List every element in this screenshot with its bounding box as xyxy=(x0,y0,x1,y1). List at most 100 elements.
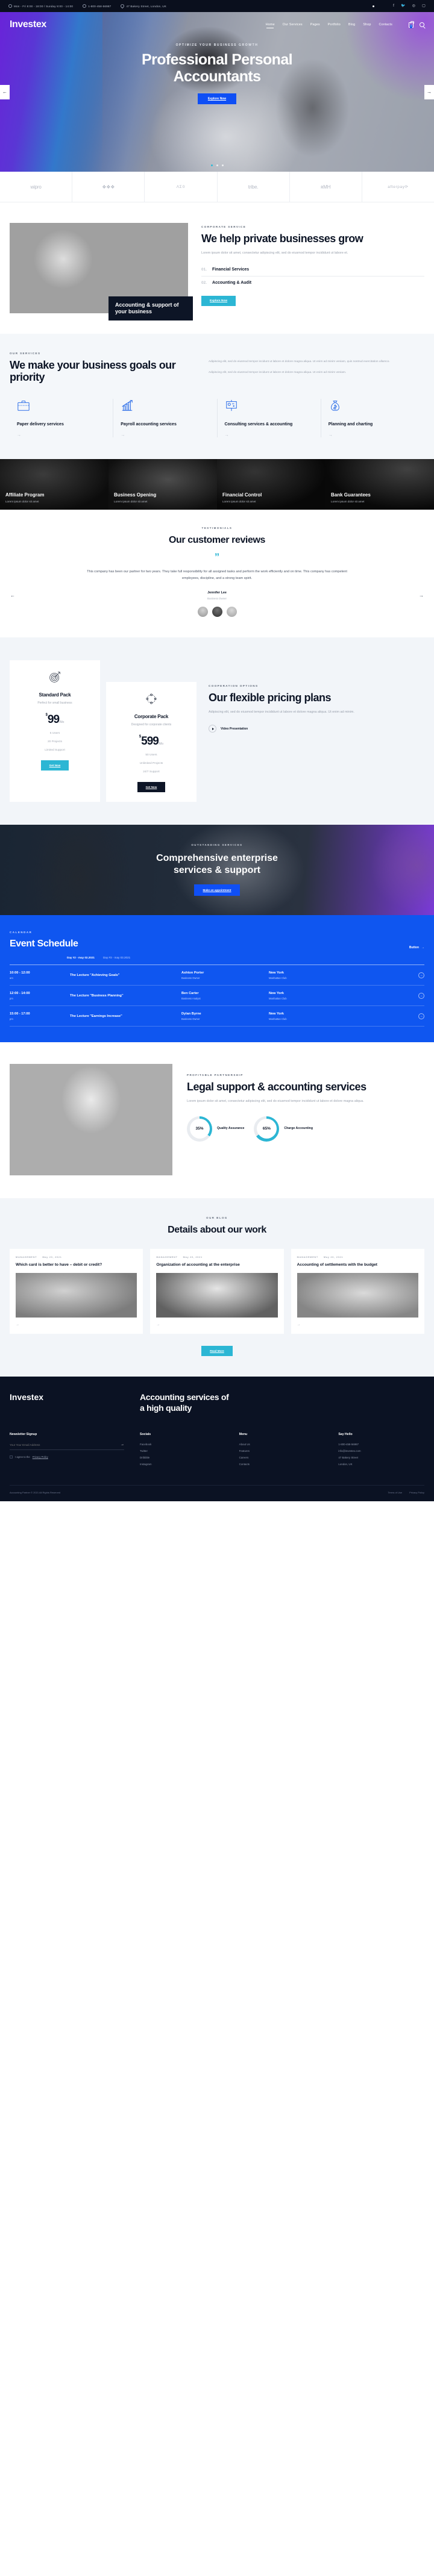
pricing-per-1: /Mo xyxy=(59,721,64,724)
instagram-icon[interactable]: ▢ xyxy=(422,4,426,8)
service-arrow-1[interactable]: → xyxy=(17,433,105,437)
footer-contact-email[interactable]: info@investex.com xyxy=(338,1449,424,1452)
cart-icon[interactable]: 0 xyxy=(409,22,414,28)
blog-arrow-3[interactable]: → xyxy=(297,1323,418,1327)
event-schedule-section: CALENDAR Event Schedule Button → Day #2 … xyxy=(0,915,434,1042)
service-card-payroll[interactable]: Payroll accounting services → xyxy=(113,399,217,437)
feature-card-sub-4: Lorem ipsum dolor sit amet xyxy=(331,500,429,503)
service-arrow-2[interactable]: → xyxy=(121,433,209,437)
service-card-consulting[interactable]: Consulting services & accounting → xyxy=(218,399,321,437)
footer-middle: Newsletter Signup → I agree to the Priva… xyxy=(10,1433,424,1469)
pricing-button-1[interactable]: Get Now xyxy=(41,760,69,771)
feature-card-business-opening[interactable]: Business Opening Lorem ipsum dolor sit a… xyxy=(108,459,217,510)
nav-item-blog[interactable]: Blog xyxy=(348,23,355,27)
hero-dot-1[interactable] xyxy=(211,164,213,166)
newsletter-form[interactable]: → xyxy=(10,1443,124,1450)
testimonial-next-arrow[interactable]: → xyxy=(419,593,424,598)
play-icon xyxy=(209,725,216,733)
blog-read-more-button[interactable]: Read More xyxy=(201,1346,233,1356)
event-row-arrow-2[interactable]: → xyxy=(418,993,424,999)
event-button[interactable]: Button → xyxy=(409,946,424,949)
privacy-policy-link[interactable]: Privacy Policy xyxy=(33,1455,48,1458)
event-row-arrow-1[interactable]: → xyxy=(418,972,424,978)
hero-dot-3[interactable] xyxy=(222,164,224,166)
hero-next-arrow[interactable]: → xyxy=(424,85,434,99)
service-arrow-3[interactable]: → xyxy=(225,433,313,437)
event-row-arrow-3[interactable]: → xyxy=(418,1013,424,1019)
feature-card-affiliate-program[interactable]: Affiliate Program Lorem ipsum dolor sit … xyxy=(0,459,108,510)
service-card-planning[interactable]: Planning and charting → xyxy=(321,399,424,437)
service-card-paper-delivery[interactable]: Paper delivery services → xyxy=(10,399,113,437)
donut-value-1: 35% xyxy=(190,1119,210,1139)
site-logo[interactable]: Investex xyxy=(10,19,46,30)
grow-service-label-1: Financial Services xyxy=(212,267,249,272)
blog-card-1[interactable]: MANAGEMENT May 20, 2021 Which card is be… xyxy=(10,1249,143,1334)
footer-privacy-link[interactable]: Privacy Policy xyxy=(409,1491,424,1494)
service-title-4: Planning and charting xyxy=(329,422,417,427)
main-navbar: Investex Home Our Services Pages Portfol… xyxy=(0,12,434,30)
checkbox-icon[interactable] xyxy=(10,1455,13,1458)
pricing-video-link[interactable]: Video Presentation xyxy=(209,725,424,733)
twitter-icon[interactable]: 🐦 xyxy=(401,4,406,8)
event-row-1[interactable]: 10:00 - 12:00 am The Lecture "Achieving … xyxy=(10,965,424,986)
nav-item-our-services[interactable]: Our Services xyxy=(283,23,303,27)
nav-item-pages[interactable]: Pages xyxy=(310,23,320,27)
footer-link-about-us[interactable]: About Us xyxy=(239,1443,326,1446)
nav-item-home[interactable]: Home xyxy=(266,23,275,27)
newsletter-email-input[interactable] xyxy=(10,1443,121,1446)
event-speaker-cell-1: Ashton Porter Business Owner xyxy=(181,971,269,980)
grow-service-item-2[interactable]: 02. Accounting & Audit xyxy=(201,277,424,289)
nav-item-portfolio[interactable]: Portfolio xyxy=(328,23,341,27)
topbar-phone[interactable]: 1-800-458-56987 xyxy=(83,4,111,8)
newsletter-submit-arrow-icon[interactable]: → xyxy=(121,1443,124,1446)
service-arrow-4[interactable]: → xyxy=(329,433,417,437)
testimonials-section: TESTIMONIALS Our customer reviews ” This… xyxy=(0,510,434,637)
hero-dot-2[interactable] xyxy=(216,164,218,166)
footer-terms-link[interactable]: Terms of Use xyxy=(388,1491,403,1494)
facebook-icon[interactable]: f xyxy=(393,4,394,8)
feature-card-financial-control[interactable]: Financial Control Lorem ipsum dolor sit … xyxy=(217,459,326,510)
search-icon[interactable] xyxy=(420,22,424,27)
cta-title-line1: Comprehensive enterprise xyxy=(156,853,278,863)
blog-card-2[interactable]: MANAGEMENT May 20, 2021 Organization of … xyxy=(150,1249,283,1334)
footer-link-instagram[interactable]: Instagram xyxy=(140,1463,226,1466)
footer-contact-phone[interactable]: 1-800-458-56987 xyxy=(338,1443,424,1446)
grow-service-item-1[interactable]: 01. Financial Services xyxy=(201,263,424,277)
testimonial-prev-arrow[interactable]: ← xyxy=(10,593,15,598)
footer-column-menu: Menu About Us Features Careers Contacts xyxy=(239,1433,326,1469)
pricing-feature-2-3: 24/7 Support xyxy=(112,771,190,774)
footer-link-dribbble[interactable]: Dribbble xyxy=(140,1456,226,1459)
event-venue-2: Manhattan Club xyxy=(269,997,418,1000)
footer-link-twitter[interactable]: Twitter xyxy=(140,1449,226,1452)
nav-item-contacts[interactable]: Contacts xyxy=(379,23,392,27)
avatar-1[interactable] xyxy=(198,607,208,617)
event-tab-day2[interactable]: Day #2 - may 02.2021 xyxy=(67,956,95,959)
dribbble-icon[interactable]: ◎ xyxy=(412,4,415,8)
avatar-3[interactable] xyxy=(227,607,237,617)
event-row-3[interactable]: 15:00 - 17:00 pm The Lecture "Earnings I… xyxy=(10,1006,424,1027)
blog-card-3[interactable]: MANAGEMENT May 20, 2021 Accounting of se… xyxy=(291,1249,424,1334)
footer-logo[interactable]: Investex xyxy=(10,1392,124,1402)
hero-prev-arrow[interactable]: ← xyxy=(0,85,10,99)
event-row-2[interactable]: 12:00 - 14:00 pm The Lecture "Business P… xyxy=(10,986,424,1006)
footer-column-socials: Socials Facebook Twitter Dribbble Instag… xyxy=(140,1433,226,1469)
footer-link-features[interactable]: Features xyxy=(239,1449,326,1452)
footer-link-careers[interactable]: Careers xyxy=(239,1456,326,1459)
grow-explore-button[interactable]: Explore Now xyxy=(201,296,236,306)
blog-arrow-1[interactable]: → xyxy=(16,1323,137,1327)
blog-category-1: MANAGEMENT xyxy=(16,1255,37,1258)
footer-link-facebook[interactable]: Facebook xyxy=(140,1443,226,1446)
blog-post-title-3: Accounting of settlements with the budge… xyxy=(297,1263,418,1268)
hero-explore-button[interactable]: Explore Now xyxy=(198,93,236,104)
donut-label-1: Quality Assurance xyxy=(217,1127,244,1131)
event-tab-day3[interactable]: Day #3 - may 03.2021 xyxy=(103,956,130,959)
avatar-2[interactable] xyxy=(212,607,222,617)
cta-appointment-button[interactable]: Make an appointment xyxy=(194,884,241,896)
pricing-button-2[interactable]: Get Now xyxy=(137,782,166,792)
blog-arrow-2[interactable]: → xyxy=(156,1323,277,1327)
newsletter-consent[interactable]: I agree to the Privacy Policy xyxy=(10,1455,124,1458)
brand-logo-tribe: tribe. xyxy=(218,172,290,202)
feature-card-bank-guarantees[interactable]: Bank Guarantees Lorem ipsum dolor sit am… xyxy=(326,459,434,510)
nav-item-shop[interactable]: Shop xyxy=(363,23,371,27)
footer-link-contacts[interactable]: Contacts xyxy=(239,1463,326,1466)
